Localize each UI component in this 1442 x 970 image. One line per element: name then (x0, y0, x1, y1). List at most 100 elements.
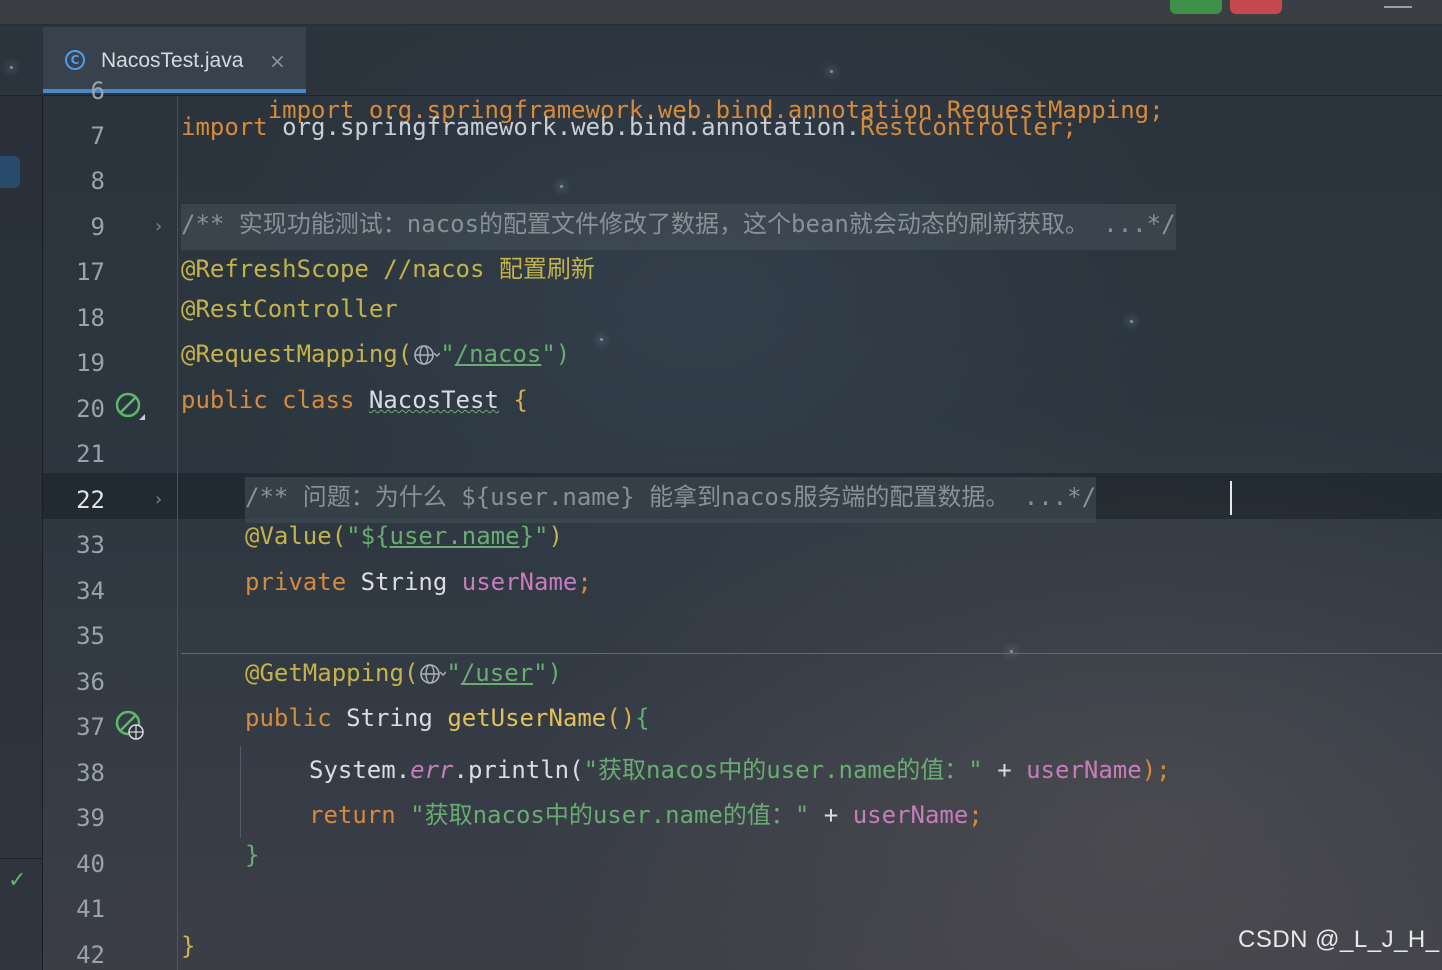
code-line-22-folded-comment[interactable]: /** 问题：为什么 ${user.name} 能拿到nacos服务端的配置数据… (245, 477, 1097, 523)
fold-chevron-icon[interactable]: › (155, 477, 162, 523)
paren: () (606, 704, 636, 732)
line-number-gutter: 6 7 8 9 17 18 19 20 21 22 33 34 35 36 37… (43, 77, 178, 970)
string: " (446, 659, 461, 687)
window-control-icon[interactable] (1384, 0, 1412, 8)
field: userName (1026, 756, 1142, 784)
string: " (440, 340, 455, 368)
semicolon: ; (968, 801, 983, 829)
annotation: @RefreshScope (181, 255, 369, 283)
line-number: 9 (90, 213, 105, 241)
paren: ) (548, 522, 563, 550)
code-line-39: return "获取nacos中的user.name的值：" + userNam… (309, 795, 983, 841)
string: "${ (346, 522, 390, 550)
annotation: @RequestMapping( (181, 340, 413, 368)
string: "获取nacos中的user.name的值：" (583, 756, 983, 784)
line-number: 34 (76, 577, 105, 605)
tool-window-marker[interactable] (0, 156, 20, 188)
line-number: 35 (76, 622, 105, 650)
ide-window: C NacosTest.java × ✓ 6 7 8 9 17 18 19 20… (0, 0, 1442, 970)
code-text: org.springframework.web.bind.annotation. (282, 113, 861, 141)
url-link[interactable]: /nacos (455, 340, 542, 368)
doc-comment: /** 实现功能测试：nacos的配置文件修改了数据，这个bean就会动态的刷新… (181, 210, 1176, 238)
code-line-40: } (245, 841, 259, 887)
left-tool-strip: ✓ (0, 96, 43, 970)
line-number: 18 (76, 304, 105, 332)
line-number: 40 (76, 850, 105, 878)
keyword: public class (181, 386, 369, 414)
line-number: 22 (76, 486, 105, 514)
line-number: 20 (76, 395, 105, 423)
code-line-38: System.err.println("获取nacos中的user.name的值… (309, 750, 1171, 796)
code-line-42: } (181, 932, 195, 970)
code-line-37: public String getUserName(){ (245, 704, 650, 750)
code-line-9-folded-comment[interactable]: /** 实现功能测试：nacos的配置文件修改了数据，这个bean就会动态的刷新… (181, 204, 1176, 250)
spring-bean-icon[interactable] (115, 386, 145, 432)
code-line-17: @RefreshScope //nacos 配置刷新 (181, 249, 595, 295)
line-number: 41 (76, 895, 105, 923)
brace: { (498, 386, 528, 414)
string: }" (519, 522, 549, 550)
line-number: 6 (90, 77, 105, 105)
globe-icon[interactable] (418, 662, 447, 686)
code-line-6: import org.springframework.web.bind.anno… (181, 96, 1164, 124)
string: "获取nacos中的user.name的值：" (410, 801, 810, 829)
property-link[interactable]: user.name (390, 522, 520, 550)
code-editor[interactable]: import org.springframework.web.bind.anno… (178, 96, 1442, 970)
fold-chevron-icon[interactable]: › (155, 204, 162, 250)
operator: + (809, 801, 853, 829)
type: String (360, 568, 462, 596)
class-name: NacosTest (368, 386, 499, 414)
keyword: private (245, 568, 361, 596)
line-number: 39 (76, 804, 105, 832)
globe-icon[interactable] (412, 343, 441, 367)
line-number: 19 (76, 349, 105, 377)
code-text: ; (1062, 113, 1077, 141)
tab-label: NacosTest.java (101, 49, 244, 72)
field: userName (852, 801, 969, 829)
line-number: 38 (76, 759, 105, 787)
check-icon[interactable]: ✓ (8, 868, 26, 893)
line-number: 17 (76, 258, 105, 286)
run-button[interactable] (1170, 0, 1222, 14)
line-number: 36 (76, 668, 105, 696)
annotation: @GetMapping( (245, 659, 419, 687)
code-line-18: @RestController (181, 295, 398, 341)
keyword: return (309, 801, 411, 829)
close-icon[interactable]: × (269, 49, 286, 73)
line-number: 42 (76, 941, 105, 969)
code-line-19: @RequestMapping( "/nacos") (181, 340, 570, 386)
line-number: 33 (76, 531, 105, 559)
code-line-33: @Value("${user.name}") (245, 522, 563, 568)
stop-button[interactable] (1230, 0, 1282, 14)
brace: { (635, 704, 650, 732)
code-line-36: @GetMapping( "/user") (245, 659, 562, 705)
keyword: import (181, 113, 283, 141)
code-line-20: public class NacosTest { (181, 386, 528, 432)
class-name: RestController (860, 113, 1063, 141)
editor-tab-bar: C NacosTest.java × (0, 25, 1442, 96)
annotation: @RestController (181, 295, 398, 323)
string: ") (541, 340, 571, 368)
code-text: ); (1141, 756, 1171, 784)
line-number: 21 (76, 440, 105, 468)
brace: } (245, 841, 260, 869)
line-number: 37 (76, 713, 105, 741)
keyword: public (245, 704, 347, 732)
field: userName (461, 568, 578, 596)
brace: } (181, 932, 196, 960)
string: ") (533, 659, 562, 687)
code-line-34: private String userName; (245, 568, 592, 614)
line-number: 7 (90, 122, 105, 150)
operator: + (982, 756, 1027, 784)
top-toolbar (0, 0, 1442, 25)
code-line-7: import org.springframework.web.bind.anno… (181, 113, 1077, 159)
comment: //nacos 配置刷新 (368, 255, 595, 283)
divider (0, 858, 42, 859)
url-link[interactable]: /user (461, 659, 533, 687)
static-field: err (410, 756, 454, 784)
code-text: .println( (453, 756, 584, 784)
method-separator (181, 653, 1442, 654)
java-class-icon: C (65, 50, 85, 70)
spring-endpoint-icon[interactable] (115, 704, 145, 750)
doc-comment: /** 问题：为什么 ${user.name} 能拿到nacos服务端的配置数据… (245, 483, 1097, 511)
